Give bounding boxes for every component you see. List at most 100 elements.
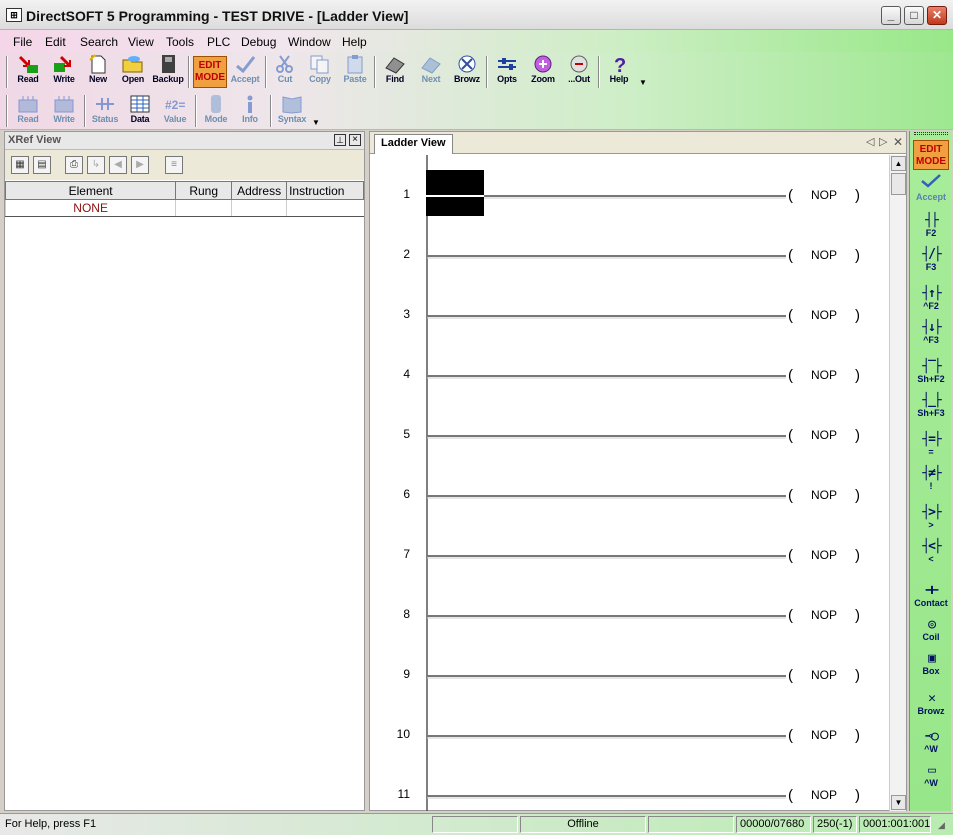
ladder-rung[interactable]: 9 (NOP) [403, 667, 860, 684]
zoom-out-button[interactable]: ...Out [562, 52, 596, 90]
write-button[interactable]: Write [47, 52, 81, 90]
menu-tools[interactable]: Tools [166, 35, 194, 49]
next-arrow-icon[interactable]: ▶ [131, 156, 149, 174]
palette-item-2[interactable]: ┤/├ F3 [912, 247, 950, 281]
maximize-button[interactable]: □ [904, 6, 924, 25]
column-header-address[interactable]: Address [231, 181, 288, 200]
close-icon[interactable]: ✕ [893, 135, 903, 149]
minimize-button[interactable]: _ [881, 6, 901, 25]
scroll-right-icon[interactable]: ▷ [879, 135, 887, 148]
help-button[interactable]: ? Help [602, 52, 636, 90]
edit-cursor[interactable] [426, 170, 484, 216]
column-header-instruction[interactable]: Instruction [286, 181, 364, 200]
new-button[interactable]: New [81, 52, 115, 90]
data-grid-icon [130, 95, 150, 113]
read-button[interactable]: Read [11, 52, 45, 90]
palette-item-11[interactable]: ⊣⊢ Contact [912, 583, 950, 617]
palette-item-7[interactable]: ┤=├ = [912, 432, 950, 466]
mode-button[interactable]: Mode [199, 92, 233, 130]
palette-item-3[interactable]: ┤↑├ ^F2 [912, 286, 950, 320]
goto-icon[interactable]: ↳ [87, 156, 105, 174]
edit-mode-button[interactable]: EDIT MODE [193, 56, 227, 88]
browse-button[interactable]: Browz [450, 52, 484, 90]
options-button[interactable]: Opts [490, 52, 524, 90]
find-next-button[interactable]: Next [414, 52, 448, 90]
ladder-rung[interactable]: 5 (NOP) [403, 427, 860, 444]
previous-arrow-icon[interactable]: ◀ [109, 156, 127, 174]
read-plc-button[interactable]: Read [11, 92, 45, 130]
value-button[interactable]: #2=? Value [158, 92, 192, 130]
palette-item-14[interactable]: ✕ Browz [912, 691, 950, 725]
print-icon[interactable]: ⎙ [65, 156, 83, 174]
close-icon[interactable]: × [349, 134, 361, 146]
palette-edit-mode-button[interactable]: EDIT MODE [913, 140, 949, 170]
palette-item-15[interactable]: ⊸○ ^W [912, 729, 950, 763]
list-view-icon[interactable]: ▤ [33, 156, 51, 174]
palette-item-5[interactable]: ┤‾├ Sh+F2 [912, 359, 950, 393]
scroll-up-icon[interactable]: ▲ [891, 156, 906, 171]
grid-view-icon[interactable]: ▦ [11, 156, 29, 174]
table-row[interactable]: NONE [4, 199, 364, 217]
help-dropdown-arrow[interactable]: ▼ [639, 78, 647, 87]
info-button[interactable]: Info [233, 92, 267, 130]
ladder-diagram[interactable]: 1 (NOP) 2 (NOP) 3 (NOP) 4 (NOP) 5 (NOP) 6 (NOP) 7 (NO… [370, 155, 889, 811]
close-button[interactable]: ✕ [927, 6, 947, 25]
find-button[interactable]: Find [378, 52, 412, 90]
palette-item-8[interactable]: ┤≠├! [912, 466, 950, 500]
scrollbar-thumb[interactable] [891, 173, 906, 195]
vertical-scrollbar[interactable]: ▲ ▼ [889, 155, 906, 811]
ladder-rung[interactable]: 10 (NOP) [397, 727, 860, 744]
open-button[interactable]: Open [116, 52, 150, 90]
write-plc-button[interactable]: Write [47, 92, 81, 130]
palette-accept-button[interactable]: Accept [912, 173, 950, 207]
ladder-rung[interactable]: 6 (NOP) [403, 487, 860, 504]
ladder-rung[interactable]: 8 (NOP) [403, 607, 860, 624]
menu-window[interactable]: Window [288, 35, 331, 49]
column-header-rung[interactable]: Rung [175, 181, 233, 200]
palette-item-label: ^W [924, 744, 938, 754]
resize-grip-icon[interactable]: ◢ [938, 820, 950, 832]
menu-edit[interactable]: Edit [45, 35, 66, 49]
pin-icon[interactable]: ⊥ [334, 134, 346, 146]
scroll-left-icon[interactable]: ◁ [866, 135, 874, 148]
data-view-button[interactable]: Data [123, 92, 157, 130]
palette-item-9[interactable]: ┤>├ > [912, 505, 950, 539]
menu-file[interactable]: File [13, 35, 32, 49]
copy-button[interactable]: Copy [303, 52, 337, 90]
rung-number: 5 [403, 427, 410, 441]
accept-button[interactable]: Accept [228, 52, 262, 90]
palette-item-4[interactable]: ┤↓├ ^F3 [912, 320, 950, 354]
menu-help[interactable]: Help [342, 35, 367, 49]
ladder-rung[interactable]: 2 (NOP) [403, 247, 860, 264]
xref-view-panel: XRef View ⊥ × ▦ ▤ ⎙ ↳ ◀ ▶ ≡ Element Rung… [4, 131, 365, 811]
palette-item-12[interactable]: ◎ Coil [912, 617, 950, 651]
syntax-button[interactable]: Syntax [275, 92, 309, 130]
ladder-rung[interactable]: 11 (NOP) [398, 787, 860, 804]
menu-plc[interactable]: PLC [207, 35, 230, 49]
scroll-down-icon[interactable]: ▼ [891, 795, 906, 810]
cut-button[interactable]: Cut [268, 52, 302, 90]
menu-view[interactable]: View [128, 35, 154, 49]
coil-right-paren: ) [855, 487, 860, 504]
paste-button[interactable]: Paste [338, 52, 372, 90]
column-header-element[interactable]: Element [4, 181, 177, 200]
ladder-rung[interactable]: 3 (NOP) [403, 307, 860, 324]
zoom-button[interactable]: Zoom [526, 52, 560, 90]
backup-button[interactable]: Backup [151, 52, 185, 90]
palette-item-10[interactable]: ┤<├ < [912, 539, 950, 573]
palette-item-1[interactable]: ┤├ F2 [912, 213, 950, 247]
tab-ladder-view[interactable]: Ladder View [374, 134, 453, 154]
palette-item-13[interactable]: ▣ Box [912, 651, 950, 685]
menu-search[interactable]: Search [80, 35, 118, 49]
status-button[interactable]: Status [88, 92, 122, 130]
palette-item-16[interactable]: ▭ ^W [912, 763, 950, 797]
menu-debug[interactable]: Debug [241, 35, 276, 49]
ladder-app-icon[interactable]: ⊞ [6, 8, 22, 22]
settings-stack-icon[interactable]: ≡ [165, 156, 183, 174]
ladder-rung[interactable]: 7 (NOP) [403, 547, 860, 564]
coil-right-paren: ) [855, 547, 860, 564]
palette-item-6[interactable]: ┤_├ Sh+F3 [912, 393, 950, 427]
syntax-book-icon [282, 96, 302, 114]
syntax-dropdown-arrow[interactable]: ▼ [312, 118, 320, 127]
ladder-rung[interactable]: 4 (NOP) [403, 367, 860, 384]
